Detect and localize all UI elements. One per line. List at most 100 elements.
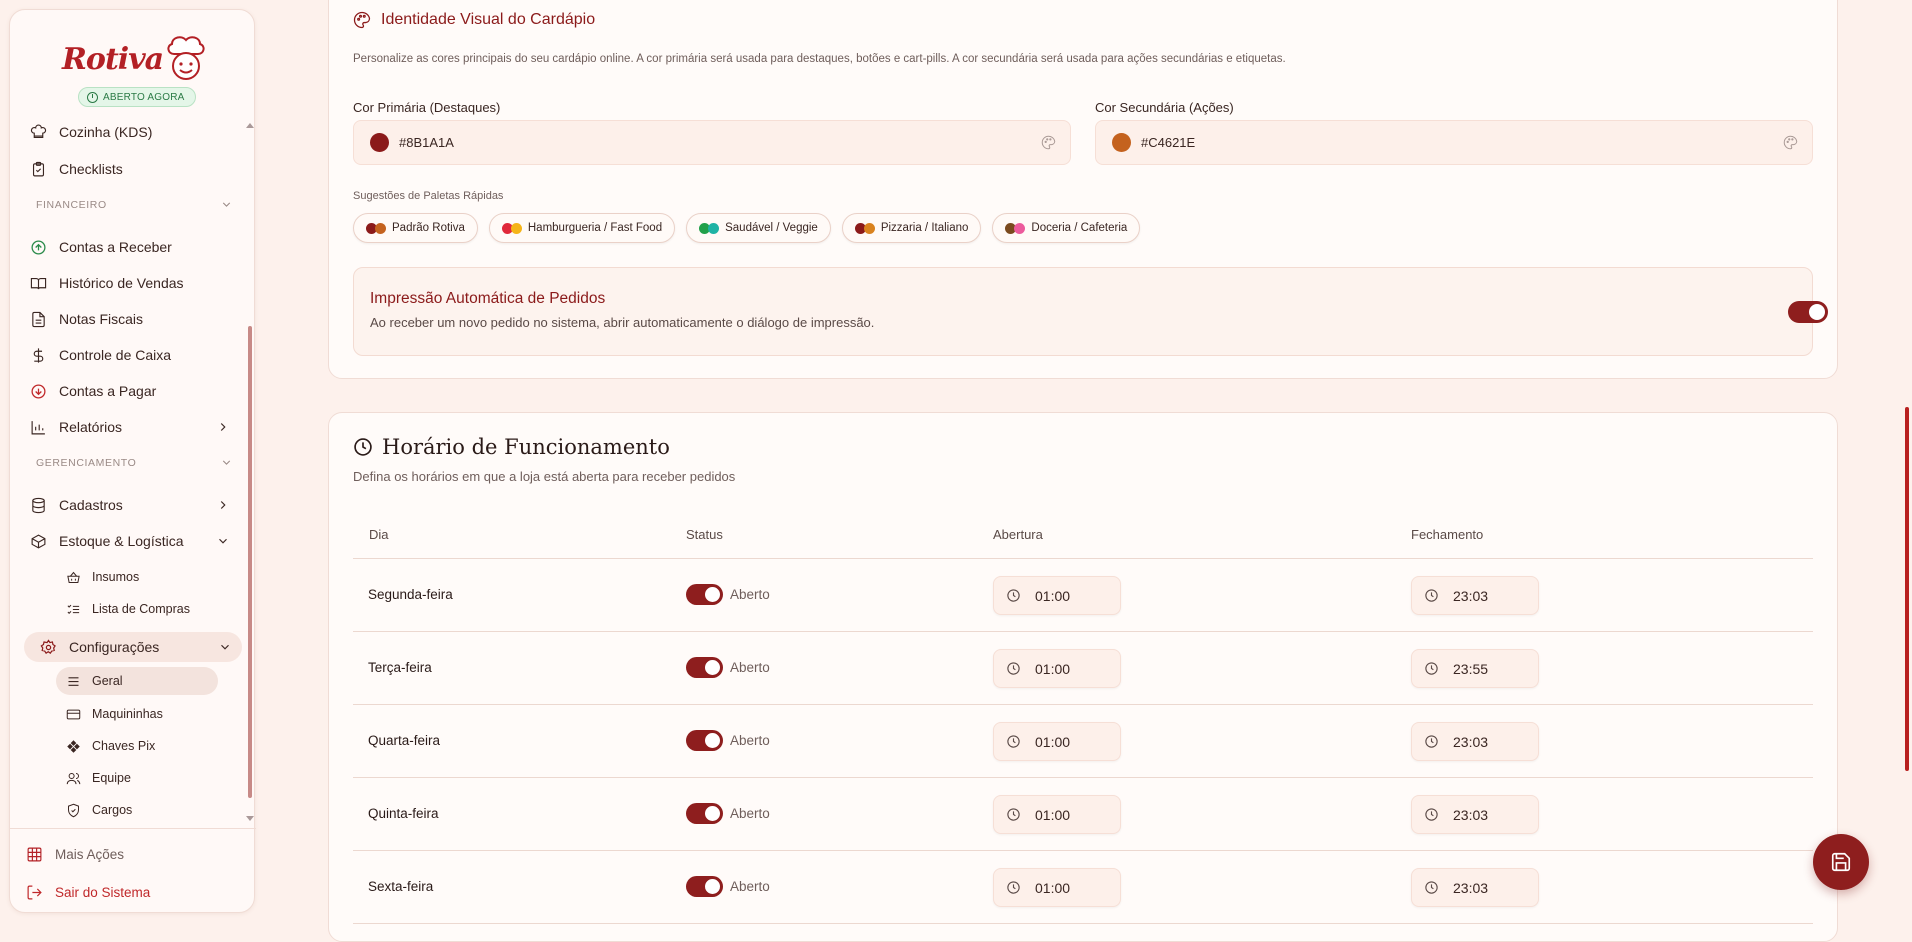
hours-row: Segunda-feira Aberto 01:00 23:03 (353, 559, 1813, 632)
palette-pill[interactable]: Saudável / Veggie (686, 213, 831, 243)
logout-button[interactable]: Sair do Sistema (26, 877, 236, 907)
chef-mascot-icon (167, 36, 205, 80)
nav-item-controle-caixa[interactable]: Controle de Caixa (30, 340, 240, 370)
sub-item-geral[interactable]: Geral (56, 667, 218, 695)
chevron-right-icon (220, 423, 226, 431)
closing-time-input[interactable]: 23:55 (1411, 649, 1539, 688)
credit-card-icon (66, 709, 81, 719)
section-label: GERENCIAMENTO (36, 457, 137, 469)
opening-time-value: 01:00 (1035, 587, 1071, 604)
primary-color-swatch[interactable] (370, 133, 389, 152)
chevron-down-icon (222, 460, 231, 465)
users-icon (66, 772, 81, 784)
auto-print-title: Impressão Automática de Pedidos (370, 290, 606, 307)
day-status-toggle[interactable] (686, 876, 723, 897)
clock-icon (1006, 734, 1021, 749)
nav-label: Cadastros (59, 497, 123, 513)
sub-item-insumos[interactable]: Insumos (56, 563, 218, 591)
nav-item-relatorios[interactable]: Relatórios (30, 412, 240, 442)
closing-time-input[interactable]: 23:03 (1411, 722, 1539, 761)
save-button[interactable] (1813, 834, 1869, 890)
nav-item-contas-receber[interactable]: Contas a Receber (30, 232, 240, 262)
palette-pill[interactable]: Hamburgueria / Fast Food (488, 213, 676, 243)
sub-item-chaves-pix[interactable]: Chaves Pix (56, 732, 218, 760)
grid-icon (27, 847, 42, 861)
palette-dots (366, 222, 386, 234)
opening-time-input[interactable]: 01:00 (993, 868, 1121, 907)
sub-item-lista-compras[interactable]: Lista de Compras (56, 595, 218, 623)
auto-print-toggle[interactable] (1788, 301, 1828, 323)
section-gerenciamento[interactable]: GERENCIAMENTO (36, 457, 231, 469)
palette-icon (353, 11, 371, 29)
opening-time-input[interactable]: 01:00 (993, 649, 1121, 688)
closing-time-input[interactable]: 23:03 (1411, 795, 1539, 834)
mais-acoes-button[interactable]: Mais Ações (26, 839, 236, 869)
main-scroll-thumb[interactable] (1905, 407, 1909, 771)
save-icon (1831, 852, 1851, 872)
day-name: Segunda-feira (368, 587, 453, 602)
opening-time-input[interactable]: 01:00 (993, 795, 1121, 834)
chevron-right-icon (220, 501, 226, 509)
sub-item-maquininhas[interactable]: Maquininhas (56, 700, 218, 728)
day-name: Quarta-feira (368, 733, 441, 748)
opening-time-input[interactable]: 01:00 (993, 576, 1121, 615)
scroll-down-icon (246, 816, 254, 821)
day-status-label: Aberto (730, 660, 770, 675)
palette-name: Doceria / Cafeteria (1031, 222, 1128, 234)
day-name: Terça-feira (368, 660, 432, 675)
nav-item-notas-fiscais[interactable]: Notas Fiscais (30, 304, 240, 334)
nav-item-estoque[interactable]: Estoque & Logística (30, 526, 240, 556)
sub-item-cargos[interactable]: Cargos (56, 796, 218, 824)
nav-label: Contas a Pagar (59, 383, 157, 399)
secondary-color-label: Cor Secundária (Ações) (1095, 100, 1234, 115)
hours-row: Sexta-feira Aberto 01:00 23:03 (353, 851, 1813, 924)
opening-time-value: 01:00 (1035, 806, 1071, 823)
palette-icon[interactable] (1783, 135, 1798, 150)
clock-icon (1006, 880, 1021, 895)
book-open-icon (30, 277, 47, 289)
scroll-up-icon (246, 123, 254, 128)
nav-item-configuracoes[interactable]: Configurações (24, 632, 242, 662)
nav-item-contas-pagar[interactable]: Contas a Pagar (30, 376, 240, 406)
brand-name: Rotiva (62, 42, 164, 77)
primary-color-input[interactable]: #8B1A1A (353, 120, 1071, 165)
day-status-label: Aberto (730, 806, 770, 821)
title-text: Identidade Visual do Cardápio (381, 11, 596, 28)
chevron-down-icon (222, 202, 231, 207)
section-financeiro[interactable]: FINANCEIRO (36, 199, 231, 211)
chef-hat-icon (30, 124, 47, 138)
sidebar-scrollbar[interactable] (246, 122, 254, 822)
day-status-toggle[interactable] (686, 657, 723, 678)
palette-icon[interactable] (1041, 135, 1056, 150)
main-scrollbar[interactable] (1902, 0, 1912, 922)
nav-label: Relatórios (59, 419, 123, 435)
closing-time-input[interactable]: 23:03 (1411, 576, 1539, 615)
palette-pill[interactable]: Pizzaria / Italiano (841, 213, 982, 243)
arrow-up-circle-icon (31, 239, 46, 255)
secondary-color-input[interactable]: #C4621E (1095, 120, 1813, 165)
clock-icon (1424, 807, 1439, 822)
day-status-label: Aberto (730, 879, 770, 894)
nav-label: Notas Fiscais (59, 311, 144, 327)
closing-time-input[interactable]: 23:03 (1411, 868, 1539, 907)
nav-item-checklists[interactable]: Checklists (30, 154, 240, 184)
brand-logo[interactable]: Rotiva (10, 24, 256, 84)
closing-time-value: 23:03 (1453, 733, 1489, 750)
secondary-color-swatch[interactable] (1112, 133, 1131, 152)
nav-item-historico-vendas[interactable]: Histórico de Vendas (30, 268, 240, 298)
chevron-down-icon (219, 538, 227, 544)
pix-icon (67, 739, 80, 753)
day-status-toggle[interactable] (686, 803, 723, 824)
day-status-toggle[interactable] (686, 584, 723, 605)
nav-item-cadastros[interactable]: Cadastros (30, 490, 240, 520)
sub-item-equipe[interactable]: Equipe (56, 764, 218, 792)
palette-pill[interactable]: Padrão Rotiva (353, 213, 478, 243)
day-status-toggle[interactable] (686, 730, 723, 751)
sidebar-scroll-thumb[interactable] (248, 326, 252, 798)
sub-label: Cargos (92, 803, 133, 817)
visual-identity-card: Identidade Visual do Cardápio Personaliz… (328, 0, 1838, 379)
palette-pill[interactable]: Doceria / Cafeteria (992, 213, 1141, 243)
primary-color-label: Cor Primária (Destaques) (353, 100, 501, 115)
nav-item-kitchen[interactable]: Cozinha (KDS) (30, 117, 240, 147)
opening-time-input[interactable]: 01:00 (993, 722, 1121, 761)
